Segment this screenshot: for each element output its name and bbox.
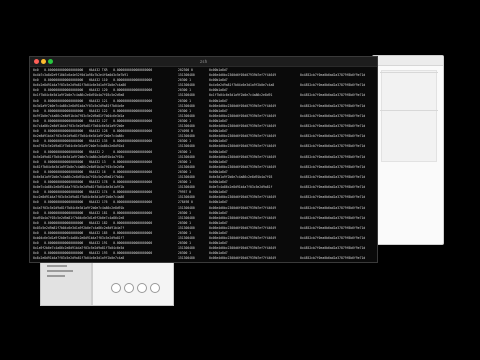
background-divider: [380, 72, 438, 73]
toolbar-icon[interactable]: [123, 283, 134, 293]
sidebar-item[interactable]: [47, 270, 73, 272]
terminal-line: 0x8c2e8d91b4a7f03c5e2d9a81f7b04c6e3d1a9f…: [33, 256, 374, 260]
background-window-titlebar: [373, 56, 443, 66]
toolbar-icon[interactable]: [149, 283, 160, 293]
finder-sidebar: [41, 259, 91, 305]
background-window: [372, 55, 444, 245]
terminal-cell: 0x8c2e8d91b4a7f03c5e2d9a81f7b04c6e3d1a9f…: [33, 256, 125, 260]
background-divider: [380, 110, 438, 111]
terminal-window[interactable]: zsh 0x0 0.0000000000000000000 HA4432 TXR…: [29, 56, 378, 263]
terminal-cell: 0x4852cb7f0ea0b6ad2a37879f8b6f9e71d: [300, 256, 366, 260]
terminal-cell: 151300480: [178, 256, 195, 260]
sidebar-item[interactable]: [47, 265, 67, 267]
finder-column-divider: [91, 259, 93, 305]
terminal-cell: 0x06e4d0bc2300d6f05d07939b7ef7f44649: [209, 256, 277, 260]
finder-window: [40, 258, 174, 306]
toolbar-icon[interactable]: [110, 283, 121, 293]
terminal-output[interactable]: 0x0 0.0000000000000000000 HA4432 TXR 0.0…: [33, 68, 374, 260]
terminal-titlebar[interactable]: zsh: [30, 57, 377, 67]
toolbar-icon[interactable]: [136, 283, 147, 293]
sidebar-item[interactable]: [47, 275, 65, 277]
terminal-title: zsh: [199, 59, 208, 64]
background-window-panel: [381, 70, 437, 162]
finder-toolbar: [103, 281, 167, 295]
